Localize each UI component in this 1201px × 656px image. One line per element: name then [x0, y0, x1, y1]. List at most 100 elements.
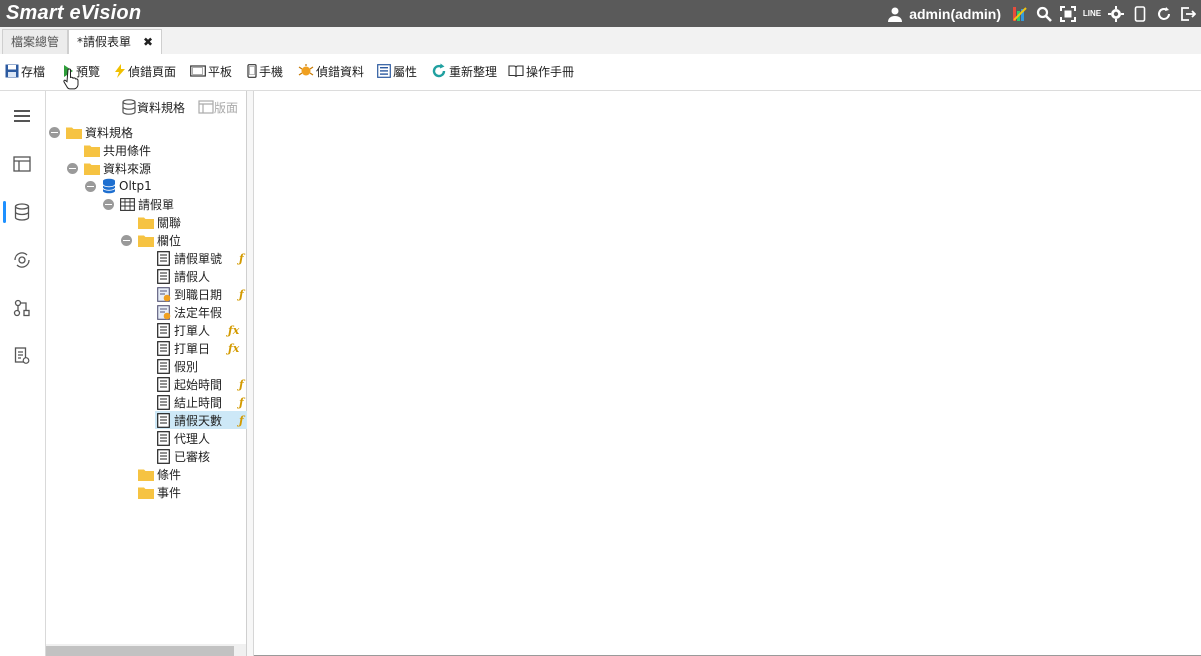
- menu-icon[interactable]: [11, 105, 33, 127]
- tree-node-label: 請假人: [174, 269, 211, 284]
- tree-node-oltp[interactable]: Oltp1: [85, 177, 152, 195]
- tab-file-manager[interactable]: 檔案總管: [2, 29, 69, 54]
- chart-icon[interactable]: [1011, 5, 1029, 23]
- tree-field-item[interactable]: 請假單號 ƒ: [157, 249, 246, 267]
- formula-icon: ƒ: [239, 251, 244, 265]
- bug-icon: [298, 64, 314, 76]
- line-icon[interactable]: LINE: [1083, 5, 1101, 23]
- tab-layout[interactable]: 版面: [198, 97, 238, 117]
- tree-node-table[interactable]: 請假單: [103, 195, 174, 213]
- tree-node-label: 資料規格: [85, 125, 134, 140]
- debug-page-button[interactable]: 偵錯頁面: [114, 62, 176, 80]
- tree-node-shared-conditions[interactable]: 共用條件: [84, 141, 151, 159]
- sync-icon[interactable]: [11, 249, 33, 271]
- database-icon[interactable]: [11, 201, 33, 223]
- tree-node-label: 到職日期: [174, 287, 223, 302]
- tree-node-events[interactable]: 事件: [138, 483, 181, 501]
- tree-node-relation[interactable]: 關聯: [138, 213, 181, 231]
- tree-field-item[interactable]: 結止時間 ƒ: [157, 393, 246, 411]
- design-canvas[interactable]: [254, 91, 1201, 656]
- collapse-icon[interactable]: [49, 126, 60, 138]
- collapse-icon[interactable]: [67, 162, 78, 174]
- mobile-icon[interactable]: [1131, 5, 1149, 23]
- collapse-icon[interactable]: [85, 180, 96, 192]
- tree-node-label: 請假單: [138, 197, 175, 212]
- tree-node-conditions[interactable]: 條件: [138, 465, 181, 483]
- collapse-icon[interactable]: [103, 198, 114, 210]
- tree-node-label: 條件: [157, 467, 182, 482]
- folder-icon: [84, 163, 100, 175]
- formula-icon: ƒ: [239, 395, 244, 409]
- field-icon: [157, 430, 170, 446]
- header-actions: admin(admin) LINE: [887, 0, 1197, 27]
- tree-node-label: 結止時間: [174, 395, 223, 410]
- tab-data-spec[interactable]: 資料規格: [121, 97, 185, 117]
- tree-field-item[interactable]: 請假人: [157, 267, 246, 285]
- layout-icon[interactable]: [11, 153, 33, 175]
- horizontal-scrollbar[interactable]: [46, 644, 246, 656]
- tab-label: *請假表單: [77, 35, 132, 49]
- panel-splitter[interactable]: [247, 91, 254, 656]
- tree-field-item[interactable]: 法定年假: [157, 303, 246, 321]
- reorganize-button[interactable]: 重新整理: [431, 62, 497, 80]
- tree-node-label: Oltp1: [119, 179, 152, 193]
- phone-button[interactable]: 手機: [247, 62, 283, 80]
- debug-data-button[interactable]: 偵錯資料: [298, 62, 364, 80]
- hand-cursor-icon: [63, 68, 79, 90]
- save-label: 存檔: [21, 64, 46, 79]
- document-tabs: 檔案總管 *請假表單 ✖: [0, 27, 1201, 55]
- settings-icon[interactable]: [1107, 5, 1125, 23]
- left-rail: [0, 91, 46, 656]
- scrollbar-thumb[interactable]: [46, 646, 234, 656]
- tree-node-label: 打單日: [174, 341, 211, 356]
- phone-icon: [247, 64, 257, 78]
- tree-field-item[interactable]: 到職日期 ƒ: [157, 285, 246, 303]
- tree-field-item[interactable]: 打單人 ƒx: [157, 321, 246, 339]
- formula-icon: ƒ: [239, 287, 244, 301]
- fullscreen-icon[interactable]: [1059, 5, 1077, 23]
- tree-field-item[interactable]: 假別: [157, 357, 246, 375]
- tree-node-label: 請假天數: [174, 413, 223, 428]
- tree-field-item-selected[interactable]: 請假天數 ƒ: [155, 411, 248, 429]
- tab-leave-form[interactable]: *請假表單 ✖: [68, 29, 163, 54]
- close-icon[interactable]: ✖: [143, 35, 153, 49]
- tab-data-spec-label: 資料規格: [137, 100, 186, 115]
- report-settings-icon[interactable]: [11, 345, 33, 367]
- tree-node-root[interactable]: 資料規格: [49, 123, 133, 141]
- save-button[interactable]: 存檔: [5, 62, 45, 80]
- properties-button[interactable]: 屬性: [377, 62, 417, 80]
- calculated-field-icon: [157, 286, 171, 302]
- tree-node-label: 欄位: [157, 233, 182, 248]
- tree-node-fields[interactable]: 欄位: [121, 231, 181, 249]
- flow-icon[interactable]: [11, 297, 33, 319]
- field-icon: [157, 340, 170, 356]
- toolbar: 存檔 預覽 偵錯頁面 平板 手機 偵錯資料 屬性 重新整理 操作手冊: [0, 54, 1201, 91]
- logout-icon[interactable]: [1179, 5, 1197, 23]
- tablet-icon: [190, 65, 206, 77]
- field-icon: [157, 358, 170, 374]
- debug-page-label: 偵錯頁面: [128, 64, 177, 79]
- collapse-icon[interactable]: [121, 234, 132, 246]
- manual-button[interactable]: 操作手冊: [508, 62, 574, 80]
- tree-field-item[interactable]: 起始時間 ƒ: [157, 375, 246, 393]
- tree-field-item[interactable]: 代理人: [157, 429, 246, 447]
- tree-node-label: 打單人: [174, 323, 211, 338]
- tree-node-label: 請假單號: [174, 251, 223, 266]
- tree-node-label: 事件: [157, 485, 182, 500]
- tree-node-data-source[interactable]: 資料來源: [67, 159, 151, 177]
- formula-icon: ƒx: [228, 341, 240, 355]
- database-icon: [122, 99, 136, 115]
- user-name[interactable]: admin(admin): [909, 6, 1001, 22]
- field-icon: [157, 376, 170, 392]
- properties-label: 屬性: [393, 64, 418, 79]
- tree-field-item[interactable]: 打單日 ƒx: [157, 339, 246, 357]
- reorganize-label: 重新整理: [449, 64, 498, 79]
- user-icon: [887, 6, 903, 22]
- tablet-button[interactable]: 平板: [190, 62, 232, 80]
- search-icon[interactable]: [1035, 5, 1053, 23]
- field-icon: [157, 394, 170, 410]
- refresh-icon[interactable]: [1155, 5, 1173, 23]
- tree-field-item[interactable]: 已審核: [157, 447, 246, 465]
- app-header: Smart eVision admin(admin) LINE: [0, 0, 1201, 27]
- tree-node-label: 資料來源: [103, 161, 152, 176]
